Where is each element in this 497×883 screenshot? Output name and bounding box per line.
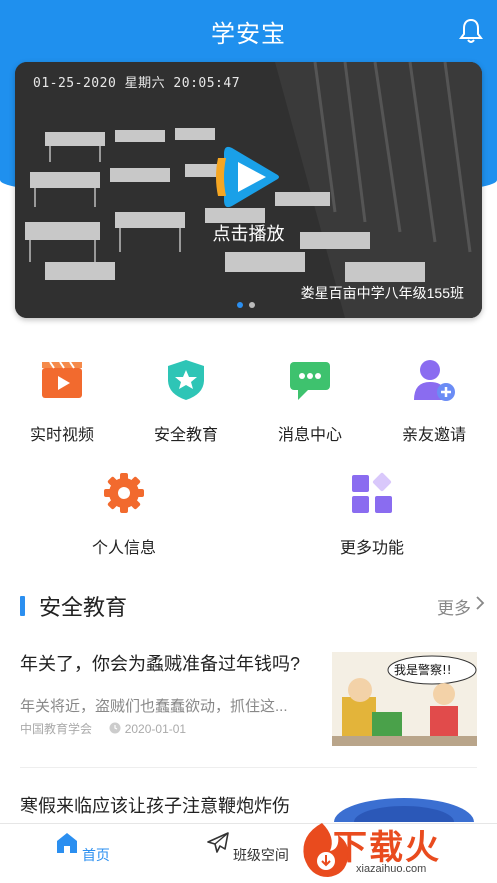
- section-title: 安全教育: [39, 595, 128, 620]
- camera-timestamp: 01-25-2020 星期六 20:05:47: [33, 76, 241, 91]
- feature-invite-friends[interactable]: 亲友邀请: [372, 358, 496, 445]
- more-link[interactable]: 更多: [437, 594, 471, 619]
- chevron-right-icon[interactable]: [475, 596, 485, 610]
- feature-label: 亲友邀请: [401, 427, 466, 444]
- gear-icon: [104, 473, 144, 513]
- message-icon: [290, 362, 330, 400]
- watermark-url: xiazaihuo.com: [356, 863, 427, 875]
- feature-personal-info[interactable]: 个人信息: [62, 471, 186, 558]
- feature-more-functions[interactable]: 更多功能: [310, 471, 434, 558]
- tab-class-space[interactable]: 班级空间: [203, 832, 293, 865]
- feature-message-center[interactable]: 消息中心: [248, 358, 372, 445]
- article-divider: [20, 767, 477, 768]
- watermark-text: 下载火: [333, 829, 441, 867]
- section-header: 安全教育 更多: [0, 588, 497, 620]
- tab-label: 首页: [81, 847, 110, 863]
- article-date: 2020-01-01: [109, 722, 186, 736]
- article-thumbnail: 我是警察!!: [332, 652, 477, 746]
- tab-home[interactable]: 首页: [38, 832, 128, 865]
- feature-label: 更多功能: [339, 540, 404, 557]
- carousel-dot[interactable]: [249, 302, 255, 308]
- section-accent-bar: [20, 596, 25, 616]
- video-icon: [42, 361, 82, 398]
- article-summary: 年关将近，盗贼们也蠢蠢欲动，抓住这...: [20, 698, 288, 715]
- feature-live-video[interactable]: 实时视频: [0, 358, 124, 445]
- feature-label: 消息中心: [277, 427, 342, 444]
- play-icon[interactable]: [212, 140, 286, 214]
- play-label: 点击播放: [212, 224, 285, 244]
- add-user-icon: [414, 360, 455, 401]
- paper-plane-icon: [207, 832, 229, 853]
- thumbnail-caption: 我是警察!!: [394, 662, 452, 677]
- article-source: 中国教育学会: [20, 722, 93, 736]
- article-date-text: 2020-01-01: [124, 722, 187, 736]
- feature-label: 实时视频: [29, 427, 94, 444]
- shield-star-icon: [168, 360, 204, 400]
- camera-name: 娄星百亩中学八年级155班: [300, 285, 464, 301]
- bell-icon[interactable]: [459, 18, 483, 44]
- feature-safety-education[interactable]: 安全教育: [124, 358, 248, 445]
- clock-icon: [109, 722, 121, 734]
- home-icon: [57, 833, 78, 853]
- feature-label: 安全教育: [153, 427, 218, 444]
- feature-label: 个人信息: [91, 540, 156, 557]
- article-meta: 中国教育学会 2020-01-01: [20, 720, 186, 737]
- video-banner[interactable]: 01-25-2020 星期六 20:05:47 点击播放 娄星百亩中学八年级15…: [15, 62, 482, 318]
- grid-icon: [352, 472, 392, 513]
- article-item[interactable]: 年关了，你会为蟊贼准备过年钱吗? 年关将近，盗贼们也蠢蠢欲动，抓住这... 中国…: [20, 650, 477, 760]
- carousel-indicator: [237, 302, 255, 308]
- app-title: 学安宝: [211, 21, 286, 48]
- tab-label: 班级空间: [232, 847, 289, 863]
- carousel-dot-active[interactable]: [237, 302, 243, 308]
